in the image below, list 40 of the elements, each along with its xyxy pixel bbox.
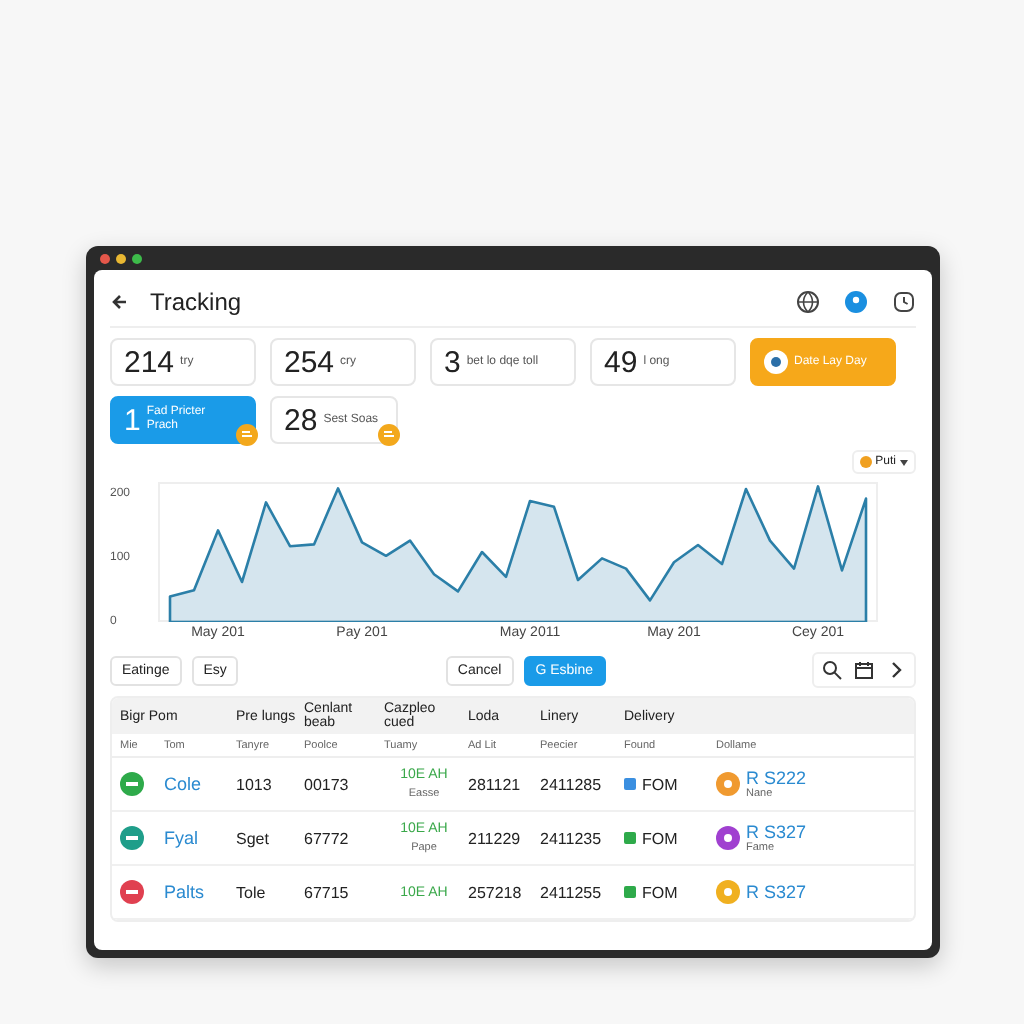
reference-link[interactable]: R S327 [746, 822, 807, 842]
globe-icon[interactable] [796, 290, 820, 314]
table-cell-text: Tole [236, 883, 268, 901]
table-cell-text: 281121 [468, 775, 523, 793]
table-cell-text: 2411235 [540, 829, 604, 847]
stat-value: 1 [124, 403, 141, 437]
status-text: FOM [642, 883, 678, 901]
status-text: FOM [642, 775, 678, 793]
maximize-dot[interactable] [132, 253, 142, 263]
table-cell-text: 257218 [468, 883, 524, 901]
calendar-icon[interactable] [854, 660, 875, 680]
table-cell-text: 67715 [304, 883, 351, 901]
minimize-dot[interactable] [116, 253, 126, 263]
reference-link[interactable]: R S327 [746, 882, 807, 902]
stat-value: 49 [604, 345, 638, 379]
name-link[interactable]: Palts [164, 882, 232, 902]
stat-value: 28 [284, 403, 318, 437]
table-cell-text: 2411285 [540, 775, 604, 793]
stat-value: 254 [284, 345, 335, 379]
back-icon[interactable] [110, 292, 130, 312]
page-title: Tracking [150, 288, 242, 316]
badge-icon[interactable] [236, 424, 258, 446]
reference-link[interactable]: R S222 [746, 768, 807, 788]
table-cell-text: 2411255 [540, 883, 604, 901]
stat-value: 214 [124, 345, 175, 379]
table-cell-text: 00173 [304, 775, 351, 793]
search-icon[interactable] [822, 660, 843, 680]
clock-icon[interactable] [892, 290, 916, 314]
table-cell-text: 1013 [236, 775, 274, 793]
chevron-icon[interactable] [886, 660, 907, 680]
table-cell-text: 211229 [468, 829, 523, 847]
status-text: FOM [642, 829, 678, 847]
table-cell-text: 67772 [304, 829, 351, 847]
name-link[interactable]: Cole [164, 774, 232, 794]
profile-icon[interactable] [844, 290, 868, 314]
table-cell-text: Sget [236, 829, 271, 847]
name-link[interactable]: Fyal [164, 828, 232, 848]
dashboard-icon[interactable] [764, 350, 788, 374]
stat-value: 3 [444, 345, 461, 379]
close-dot[interactable] [100, 253, 110, 263]
